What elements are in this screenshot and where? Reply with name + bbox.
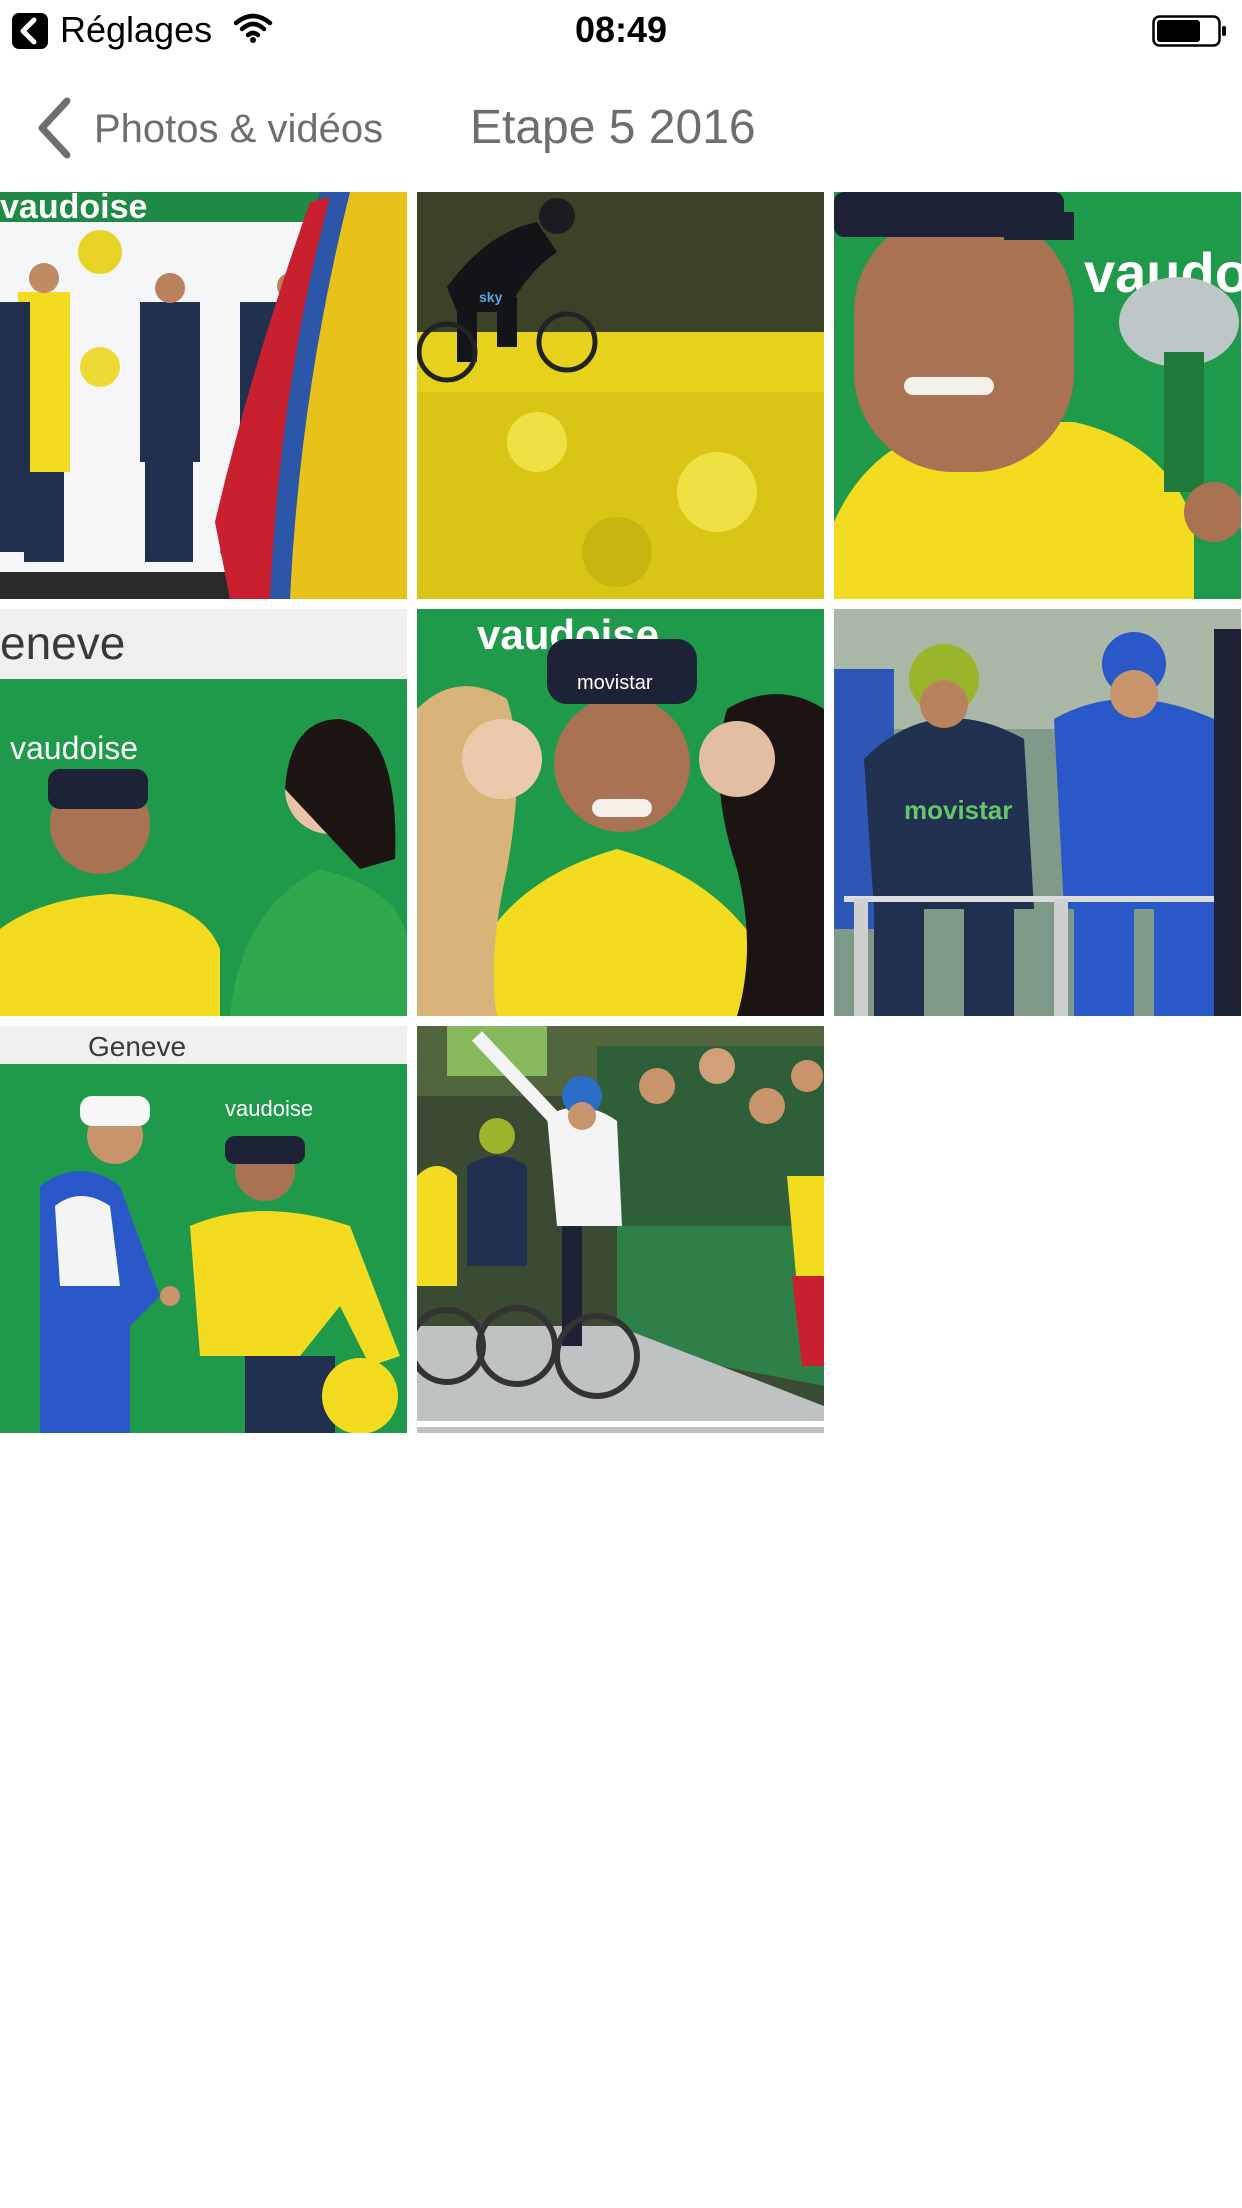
status-bar: Réglages 08:49 (0, 0, 1242, 60)
photo-2-jersey-text: sky (479, 289, 503, 305)
page-title: Etape 5 2016 (470, 101, 756, 154)
photo-grid: vaudoise sky vaudo eneve vaudoise vaudoi… (0, 192, 1242, 1434)
photo-7-header-text: Geneve (88, 1031, 186, 1062)
status-time: 08:49 (574, 9, 668, 50)
photo-thumbnail-3[interactable]: vaudoise (834, 192, 1241, 599)
photo-7-banner-text: vaudoise (225, 1096, 313, 1121)
photo-5-cap-text: movistar (577, 672, 653, 694)
photo-thumbnail-2[interactable]: sky (417, 192, 824, 599)
navigation-bar: Photos & vidéos Etape 5 2016 (0, 60, 1242, 190)
photo-thumbnail-5[interactable]: vaudoise movistar (417, 609, 824, 1016)
photo-thumbnail-1[interactable]: vaudoise (0, 192, 407, 599)
back-button[interactable]: Photos & vidéos (94, 104, 383, 154)
photo-4-banner-text: vaudoise (10, 730, 138, 766)
photo-thumbnail-6[interactable]: movistar (834, 609, 1241, 1016)
battery-icon (1152, 15, 1226, 47)
chevron-left-icon[interactable] (34, 96, 74, 160)
photo-6-jersey-text: movistar (904, 795, 1012, 825)
photo-thumbnail-8[interactable] (417, 1026, 824, 1433)
photo-thumbnail-4[interactable]: eneve vaudoise (0, 609, 407, 1016)
photo-1-banner-text: vaudoise (0, 192, 147, 226)
photo-4-header-text: eneve (0, 617, 125, 669)
photo-thumbnail-7[interactable]: Geneve vaudoise (0, 1026, 407, 1433)
